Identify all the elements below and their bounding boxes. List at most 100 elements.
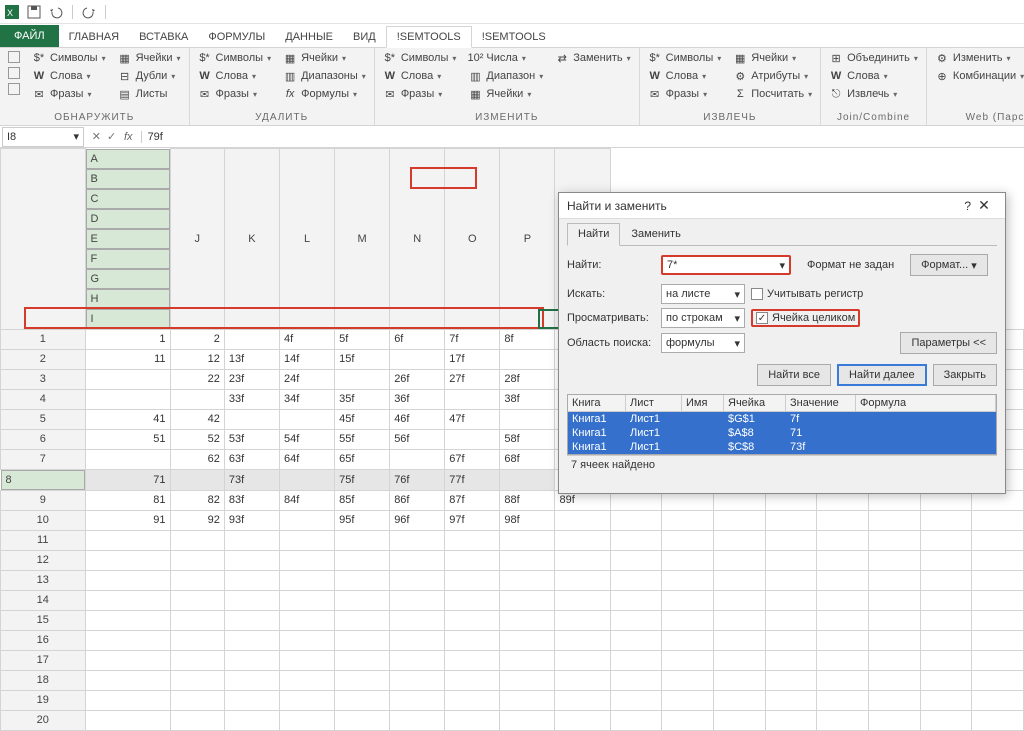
cell[interactable] <box>170 570 224 590</box>
cell[interactable] <box>224 409 279 429</box>
cell[interactable]: 5f <box>335 329 390 349</box>
cell[interactable] <box>713 650 765 670</box>
row-9[interactable]: 9 <box>1 490 86 510</box>
cell[interactable] <box>662 630 714 650</box>
cell[interactable] <box>445 650 500 670</box>
cell[interactable] <box>85 369 170 389</box>
cell[interactable]: 75f <box>335 469 390 490</box>
cell[interactable] <box>765 590 817 610</box>
cell[interactable] <box>713 570 765 590</box>
formula-input[interactable]: 79f <box>141 131 163 143</box>
row-14[interactable]: 14 <box>1 590 86 610</box>
web-comb[interactable]: ⊕Комбинации▾ <box>933 68 1024 84</box>
row-4[interactable]: 4 <box>1 389 86 409</box>
cell[interactable] <box>713 590 765 610</box>
change-words[interactable]: WСлова▾ <box>381 68 459 84</box>
cell[interactable]: 65f <box>335 449 390 469</box>
cell[interactable] <box>224 610 279 630</box>
cell[interactable] <box>335 590 390 610</box>
close-icon[interactable]: ✕ <box>971 197 997 214</box>
cell[interactable] <box>445 550 500 570</box>
detect-symbols[interactable]: $*Символы▾ <box>30 50 108 66</box>
cell[interactable] <box>610 550 662 570</box>
cell[interactable] <box>765 690 817 710</box>
cell[interactable]: 77f <box>445 469 500 490</box>
extract-symbols[interactable]: $*Символы▾ <box>646 50 724 66</box>
cell[interactable]: 56f <box>390 429 445 449</box>
cell[interactable] <box>335 369 390 389</box>
cell[interactable] <box>390 610 445 630</box>
cell[interactable] <box>920 510 972 530</box>
cell[interactable] <box>335 630 390 650</box>
cell[interactable] <box>868 670 920 690</box>
result-row[interactable]: Книга1Лист1$G$17f <box>568 412 996 426</box>
cell[interactable] <box>972 550 1024 570</box>
cell[interactable] <box>713 690 765 710</box>
col-A[interactable]: A <box>86 149 170 169</box>
fx-icon[interactable]: fx <box>124 131 133 143</box>
cell[interactable] <box>817 670 869 690</box>
tab-data[interactable]: ДАННЫЕ <box>275 27 343 47</box>
cell[interactable]: 35f <box>335 389 390 409</box>
cell[interactable] <box>335 710 390 730</box>
cell[interactable] <box>713 550 765 570</box>
cell[interactable] <box>920 690 972 710</box>
cell[interactable] <box>920 630 972 650</box>
cell[interactable] <box>500 550 555 570</box>
cell[interactable] <box>920 550 972 570</box>
area-select[interactable]: формулы▾ <box>661 333 745 353</box>
cell[interactable] <box>765 630 817 650</box>
tab-find[interactable]: Найти <box>567 223 620 246</box>
cell[interactable] <box>817 510 869 530</box>
cell[interactable] <box>817 550 869 570</box>
cell[interactable] <box>765 710 817 730</box>
cell[interactable] <box>445 610 500 630</box>
row-5[interactable]: 5 <box>1 409 86 429</box>
row-15[interactable]: 15 <box>1 610 86 630</box>
cell[interactable] <box>610 530 662 550</box>
cell[interactable] <box>662 670 714 690</box>
delete-words[interactable]: WСлова▾ <box>196 68 274 84</box>
cell[interactable] <box>85 630 170 650</box>
cell[interactable]: 23f <box>224 369 279 389</box>
cell[interactable] <box>868 510 920 530</box>
cell[interactable] <box>868 570 920 590</box>
delete-cells[interactable]: ▦Ячейки▾ <box>281 50 368 66</box>
detect-phrases[interactable]: ✉Фразы▾ <box>30 86 108 102</box>
cell[interactable] <box>662 650 714 670</box>
cell[interactable] <box>817 610 869 630</box>
cell[interactable] <box>920 530 972 550</box>
extract-attrs[interactable]: ⚙Атрибуты▾ <box>731 68 814 84</box>
cell[interactable] <box>335 610 390 630</box>
col-H[interactable]: H <box>86 289 170 309</box>
cell[interactable]: 26f <box>390 369 445 389</box>
cell[interactable] <box>224 630 279 650</box>
cell[interactable]: 86f <box>390 490 445 510</box>
col-G[interactable]: G <box>86 269 170 289</box>
cell[interactable] <box>445 630 500 650</box>
tab-semtools-2[interactable]: !SEMTools <box>472 27 556 47</box>
cell[interactable] <box>335 530 390 550</box>
cell[interactable] <box>280 530 335 550</box>
tab-home[interactable]: ГЛАВНАЯ <box>59 27 129 47</box>
cell[interactable] <box>972 610 1024 630</box>
cell[interactable] <box>280 469 335 490</box>
col-B[interactable]: B <box>86 169 170 189</box>
col-L[interactable]: L <box>280 149 335 330</box>
cell[interactable] <box>500 610 555 630</box>
cell[interactable] <box>765 530 817 550</box>
cell[interactable] <box>500 590 555 610</box>
cell[interactable] <box>500 670 555 690</box>
row-11[interactable]: 11 <box>1 530 86 550</box>
name-box[interactable]: I8▾ <box>2 127 84 147</box>
cell[interactable] <box>920 590 972 610</box>
cell[interactable] <box>280 690 335 710</box>
cell[interactable] <box>920 710 972 730</box>
cell[interactable]: 42 <box>170 409 224 429</box>
cell[interactable]: 85f <box>335 490 390 510</box>
cell[interactable]: 17f <box>445 349 500 369</box>
row-20[interactable]: 20 <box>1 710 86 730</box>
cell[interactable] <box>555 590 610 610</box>
row-12[interactable]: 12 <box>1 550 86 570</box>
cell[interactable] <box>170 610 224 630</box>
